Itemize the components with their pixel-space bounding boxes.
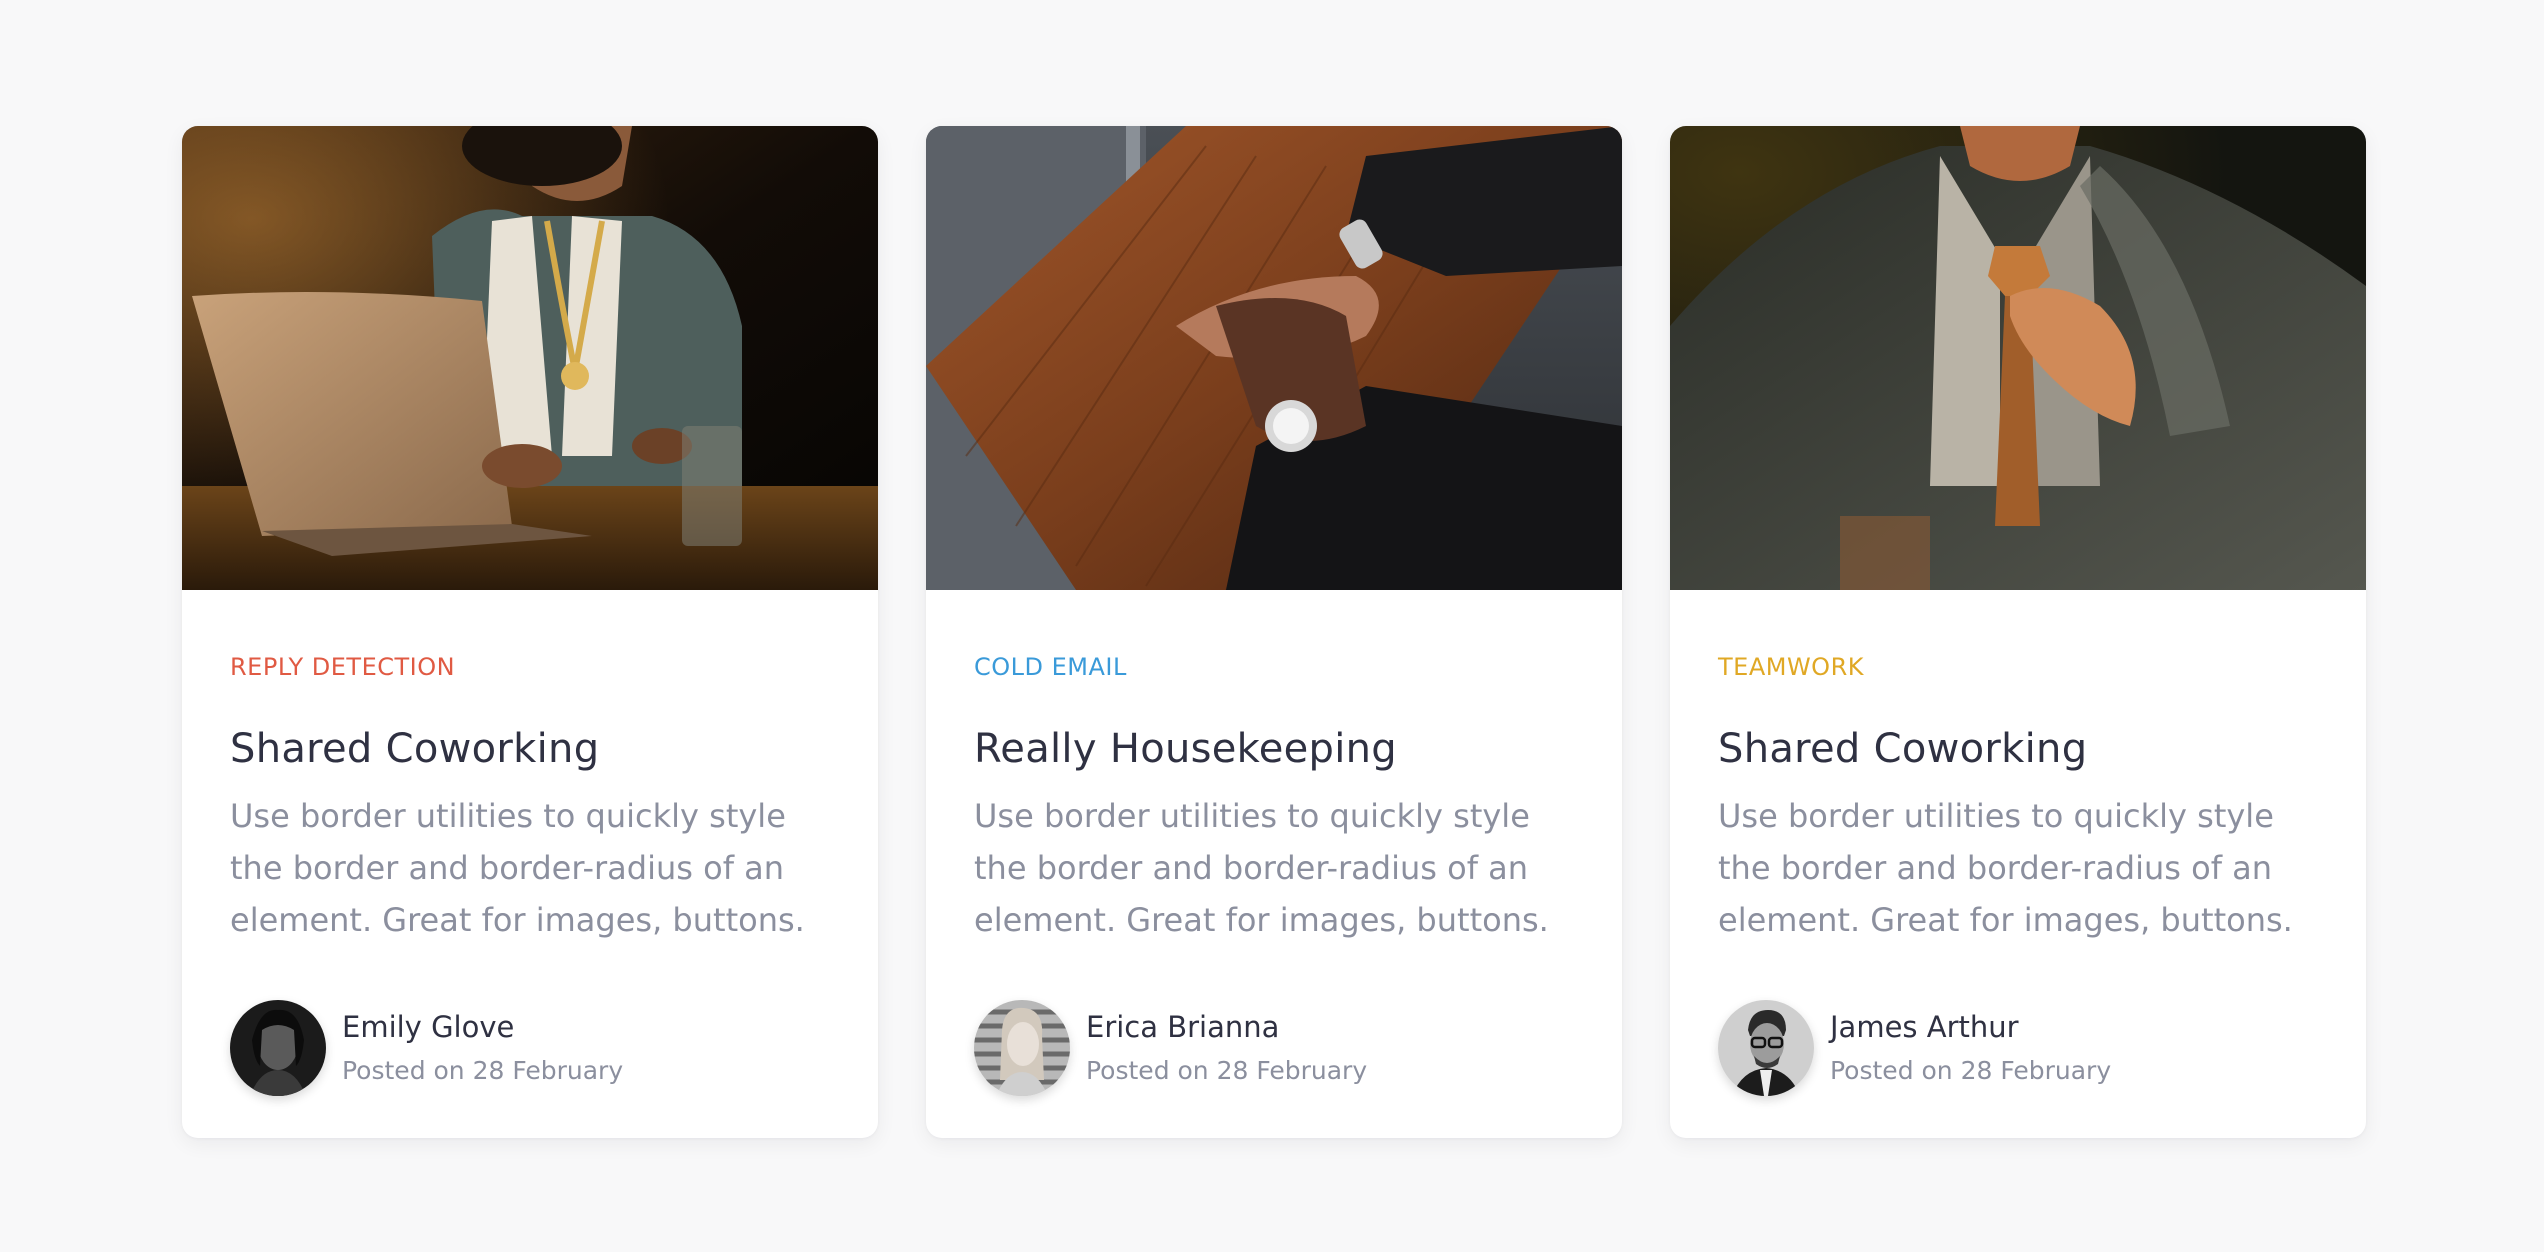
author-name[interactable]: James Arthur — [1830, 1009, 2111, 1045]
card-image-man-tie[interactable] — [1670, 126, 2366, 590]
card-title[interactable]: Really Housekeeping — [974, 724, 1574, 774]
man-tie-image — [1670, 126, 2366, 590]
card-title[interactable]: Shared Coworking — [230, 724, 830, 774]
author-avatar[interactable] — [974, 1000, 1070, 1096]
blog-card[interactable]: TEAMWORK Shared Coworking Use border uti… — [1670, 126, 2366, 1138]
card-description: Use border utilities to quickly style th… — [974, 797, 1549, 939]
post-date: Posted on 28 February — [1086, 1056, 1368, 1085]
category-label[interactable]: REPLY DETECTION — [230, 652, 830, 682]
card-title[interactable]: Shared Coworking — [1718, 724, 2318, 774]
author-name[interactable]: Erica Brianna — [1086, 1009, 1367, 1045]
blog-card-list: REPLY DETECTION Shared Coworking Use bor… — [182, 126, 2366, 1138]
card-description: Use border utilities to quickly style th… — [1718, 797, 2293, 939]
woman-portrait-avatar — [974, 1000, 1070, 1096]
author-block: Erica Brianna Posted on 28 February — [974, 1000, 1574, 1096]
post-date: Posted on 28 February — [1830, 1056, 2112, 1085]
post-date: Posted on 28 February — [342, 1056, 624, 1085]
author-block: Emily Glove Posted on 28 February — [230, 1000, 830, 1096]
author-avatar[interactable] — [1718, 1000, 1814, 1096]
blog-card[interactable]: COLD EMAIL Really Housekeeping Use borde… — [926, 126, 1622, 1138]
author-name[interactable]: Emily Glove — [342, 1009, 623, 1045]
woman-laptop-image — [182, 126, 878, 590]
card-image-woman-laptop[interactable] — [182, 126, 878, 590]
handshake-image — [926, 126, 1622, 590]
man-with-glasses-avatar — [1718, 1000, 1814, 1096]
woman-portrait-avatar — [230, 1000, 326, 1096]
author-avatar[interactable] — [230, 1000, 326, 1096]
card-description: Use border utilities to quickly style th… — [230, 797, 805, 939]
blog-card[interactable]: REPLY DETECTION Shared Coworking Use bor… — [182, 126, 878, 1138]
category-label[interactable]: TEAMWORK — [1718, 652, 2318, 682]
card-image-handshake[interactable] — [926, 126, 1622, 590]
author-block: James Arthur Posted on 28 February — [1718, 1000, 2318, 1096]
category-label[interactable]: COLD EMAIL — [974, 652, 1574, 682]
